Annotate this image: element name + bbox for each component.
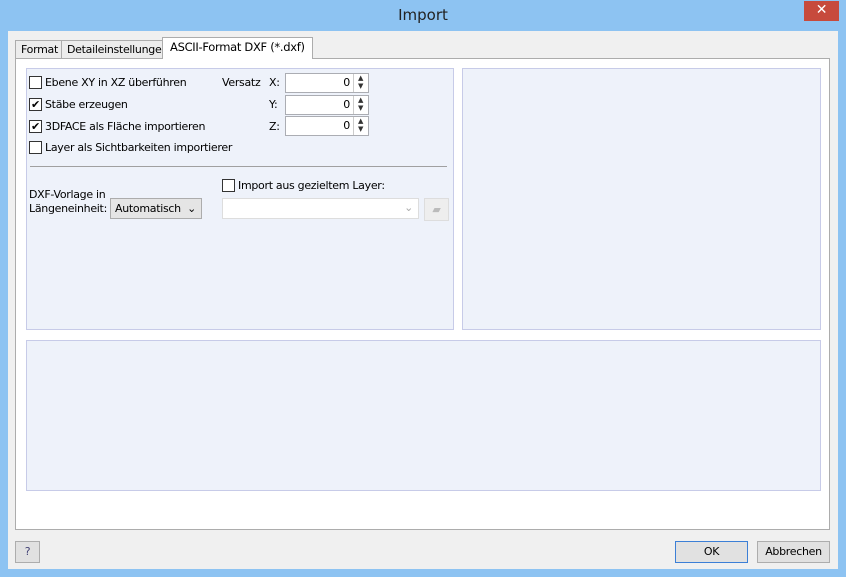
y-label: Y: [269,98,278,111]
preview-group [462,68,821,330]
help-icon: ? [24,545,31,558]
offset-z-spinner[interactable]: ▲ ▼ [353,117,367,135]
tab-format[interactable]: Format [15,40,64,59]
offset-y-spinner[interactable]: ▲ ▼ [353,96,367,114]
versatz-label: Versatz [222,76,261,89]
unit-select-value: Automatisch [115,202,181,215]
z-label: Z: [269,120,280,133]
checkbox-ebene-xy[interactable] [29,76,42,89]
ok-button[interactable]: OK [675,541,748,563]
checkbox-layer-sichtbarkeiten[interactable] [29,141,42,154]
checkbox-layer-import[interactable] [222,179,235,192]
chevron-down-icon: ⌄ [404,201,413,214]
offset-x-spinner[interactable]: ▲ ▼ [353,74,367,92]
x-label: X: [269,76,280,89]
tab-detaileinstellungen[interactable]: Detaileinstellungen [61,40,175,59]
close-button[interactable]: ✕ [804,1,839,21]
divider [30,166,447,167]
label-staebe: Stäbe erzeugen [45,98,128,111]
help-button[interactable]: ? [15,541,40,563]
folder-icon: ▰ [432,203,441,216]
label-ebene-xy: Ebene XY in XZ überführen [45,76,187,89]
label-layer-sichtbarkeiten: Layer als Sichtbarkeiten importierer [45,141,233,154]
layer-select[interactable]: ⌄ [222,198,419,219]
tab-ascii-dxf[interactable]: ASCII-Format DXF (*.dxf) [162,37,313,59]
close-icon: ✕ [815,2,828,18]
unit-label: DXF-Vorlage in Längeneinheit: [29,188,107,215]
label-3dface: 3DFACE als Fläche importieren [45,120,206,133]
layer-browse-button[interactable]: ▰ [424,198,449,221]
window-title: Import [398,6,448,24]
checkbox-staebe[interactable]: ✔ [29,98,42,111]
info-group [26,340,821,491]
unit-select[interactable]: Automatisch ⌄ [110,198,202,219]
chevron-down-icon: ⌄ [187,202,196,215]
cancel-button[interactable]: Abbrechen [757,541,830,563]
checkbox-3dface[interactable]: ✔ [29,120,42,133]
label-layer-import: Import aus gezieltem Layer: [238,179,385,192]
